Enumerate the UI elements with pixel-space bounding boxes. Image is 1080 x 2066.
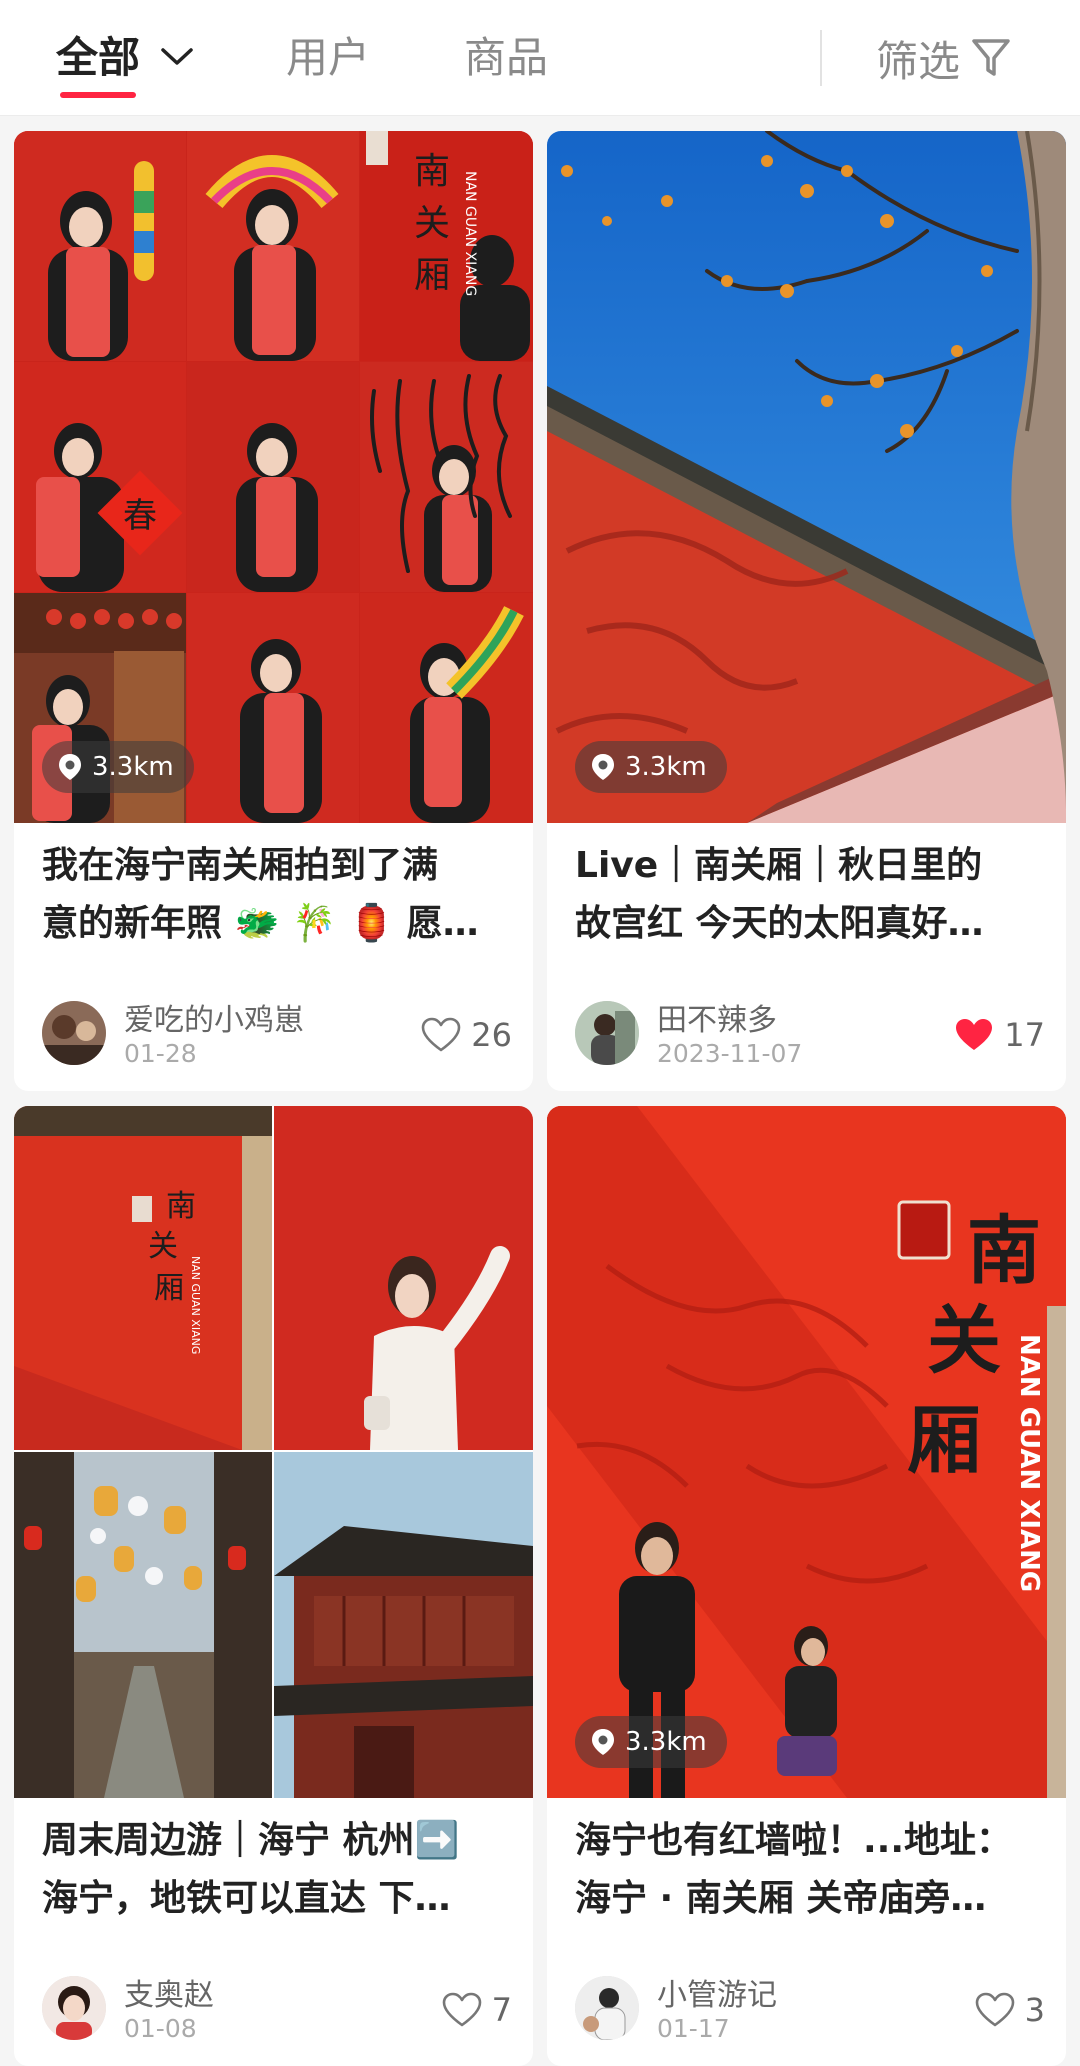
post-date: 01-28 <box>124 1039 197 1068</box>
like-button[interactable]: 26 <box>421 1013 512 1057</box>
chevron-down-icon[interactable] <box>160 46 194 68</box>
author-row: 支奥赵 01-08 7 <box>42 1976 512 2044</box>
tab-all[interactable]: 全部 <box>56 26 140 90</box>
note-cover-image[interactable]: 3.3km <box>547 131 1066 823</box>
like-button[interactable]: 3 <box>975 1988 1045 2032</box>
sign-calligraphy: 南关厢 <box>414 151 450 296</box>
note-card[interactable]: 南关厢 NAN GUAN XIANG 周末周边游｜海宁 杭州➡️ 海宁，地铁可以… <box>14 1106 533 2066</box>
like-count: 7 <box>491 1991 512 2029</box>
distance-badge: 3.3km <box>42 741 194 793</box>
author-name[interactable]: 支奥赵 <box>124 1970 214 2014</box>
sign-english: NAN GUAN XIANG <box>462 171 478 296</box>
note-card[interactable]: 春 南关厢 NAN GUAN XIANG 3.3km 我在海宁南关厢拍到了满 意… <box>14 131 533 1091</box>
active-tab-indicator <box>60 92 136 98</box>
avatar[interactable] <box>42 1976 106 2040</box>
post-date: 2023-11-07 <box>657 1039 803 1068</box>
avatar[interactable] <box>42 1001 106 1065</box>
heart-outline-icon <box>442 1992 481 2027</box>
distance-badge: 3.3km <box>575 741 727 793</box>
note-cover-image[interactable]: 南关厢 NAN GUAN XIANG 3.3km <box>547 1106 1066 1798</box>
sign-english: NAN GUAN XIANG <box>189 1256 202 1354</box>
like-button[interactable]: 7 <box>442 1988 512 2032</box>
note-title[interactable]: 我在海宁南关厢拍到了满 意的新年照 🐲 🎋 🏮 愿… <box>42 837 512 953</box>
search-result-tab-bar: 全部 用户 商品 筛选 <box>0 0 1080 116</box>
like-count: 3 <box>1024 1991 1045 2029</box>
tab-users[interactable]: 用户 <box>286 26 370 90</box>
like-count: 26 <box>471 1016 512 1054</box>
author-row: 田不辣多 2023-11-07 17 <box>575 1001 1045 1069</box>
tab-divider <box>820 30 822 86</box>
seal-stamp <box>132 1196 152 1222</box>
filter-funnel-icon <box>972 39 1010 76</box>
heart-outline-icon <box>421 1017 461 1052</box>
sign-english: NAN GUAN XIANG <box>1014 1334 1044 1592</box>
seal-stamp <box>366 131 388 165</box>
location-pin-icon <box>592 1729 614 1755</box>
author-row: 小管游记 01-17 3 <box>575 1976 1045 2044</box>
note-card[interactable]: 3.3km Live｜南关厢｜秋日里的 故宫红 今天的太阳真好… 田不辣多 20… <box>547 131 1066 1091</box>
tab-goods[interactable]: 商品 <box>464 26 548 90</box>
like-count: 17 <box>1004 1016 1045 1054</box>
note-cover-image[interactable]: 南关厢 NAN GUAN XIANG <box>14 1106 533 1798</box>
author-name[interactable]: 田不辣多 <box>657 995 777 1039</box>
author-row: 爱吃的小鸡崽 01-28 26 <box>42 1001 512 1069</box>
heart-filled-icon <box>956 1019 993 1050</box>
note-card[interactable]: 南关厢 NAN GUAN XIANG 3.3km 海宁也有红墙啦！...地址： … <box>547 1106 1066 2066</box>
note-cover-image[interactable]: 春 南关厢 NAN GUAN XIANG 3.3km <box>14 131 533 823</box>
author-name[interactable]: 小管游记 <box>657 1970 777 2014</box>
location-pin-icon <box>59 754 81 780</box>
distance-badge: 3.3km <box>575 1716 727 1768</box>
post-date: 01-08 <box>124 2014 197 2043</box>
avatar[interactable] <box>575 1001 639 1065</box>
note-title[interactable]: Live｜南关厢｜秋日里的 故宫红 今天的太阳真好… <box>575 837 1045 953</box>
distance-text: 3.3km <box>92 752 174 782</box>
heart-outline-icon <box>975 1992 1014 2027</box>
filter-button[interactable]: 筛选 <box>876 26 1012 90</box>
filter-label: 筛选 <box>876 36 961 86</box>
note-title[interactable]: 周末周边游｜海宁 杭州➡️ 海宁，地铁可以直达 下… <box>42 1812 512 1928</box>
seal-stamp <box>897 1200 951 1260</box>
like-button[interactable]: 17 <box>954 1013 1045 1057</box>
distance-text: 3.3km <box>625 752 707 782</box>
location-pin-icon <box>592 754 614 780</box>
distance-text: 3.3km <box>625 1727 707 1757</box>
svg-text:春: 春 <box>123 496 157 536</box>
author-name[interactable]: 爱吃的小鸡崽 <box>124 995 304 1039</box>
post-date: 01-17 <box>657 2014 730 2043</box>
note-title[interactable]: 海宁也有红墙啦！...地址： 海宁 · 南关厢 关帝庙旁… <box>575 1812 1045 1928</box>
avatar[interactable] <box>575 1976 639 2040</box>
